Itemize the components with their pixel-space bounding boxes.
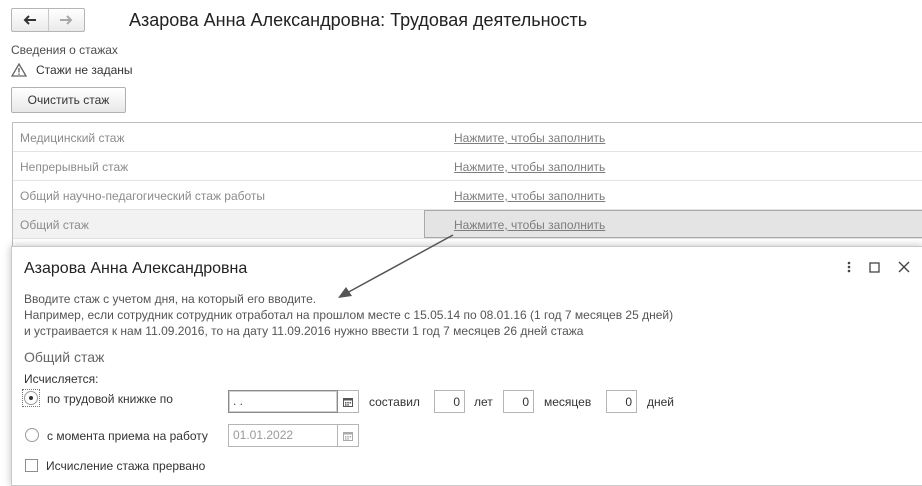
seniority-name: Непрерывный стаж bbox=[20, 160, 129, 174]
page-title: Азарова Анна Александровна: Трудовая дея… bbox=[129, 10, 588, 30]
days-label: дней bbox=[647, 395, 675, 409]
seniority-name: Общий научно-педагогический стаж работы bbox=[20, 189, 266, 203]
hint-line-1: Вводите стаж с учетом дня, на который ег… bbox=[24, 292, 317, 306]
fill-link[interactable]: Нажмите, чтобы заполнить bbox=[454, 160, 605, 174]
workbook-date-input[interactable]: . . bbox=[228, 390, 338, 413]
seniority-name: Общий стаж bbox=[20, 218, 89, 232]
arrow-left-icon bbox=[23, 15, 36, 25]
more-icon[interactable] bbox=[847, 261, 851, 273]
forward-button[interactable] bbox=[47, 9, 85, 31]
option-hire-label[interactable]: с момента приема на работу bbox=[47, 429, 208, 443]
warning-row: Стажи не заданы bbox=[11, 63, 133, 77]
table-row[interactable]: Непрерывный стаж Нажмите, чтобы заполнит… bbox=[13, 152, 922, 181]
warning-text: Стажи не заданы bbox=[36, 63, 133, 77]
arrow-right-icon bbox=[60, 15, 73, 25]
interrupted-checkbox[interactable] bbox=[25, 459, 38, 472]
group-title: Общий стаж bbox=[24, 349, 105, 365]
composed-label: составил bbox=[369, 395, 420, 409]
months-label: месяцев bbox=[544, 395, 592, 409]
seniority-name: Медицинский стаж bbox=[20, 131, 125, 145]
radio-hire[interactable] bbox=[25, 428, 39, 442]
radio-workbook-focus bbox=[22, 389, 40, 407]
history-nav bbox=[11, 8, 85, 32]
table-row[interactable]: Общий научно-педагогический стаж работы … bbox=[13, 181, 922, 210]
hint-line-2: Например, если сотрудник сотрудник отраб… bbox=[24, 308, 674, 322]
seniority-dialog: Азарова Анна Александровна Вводите стаж … bbox=[11, 246, 922, 486]
fill-link[interactable]: Нажмите, чтобы заполнить bbox=[454, 218, 605, 232]
years-input[interactable]: 0 bbox=[434, 390, 465, 413]
table-row-selected[interactable]: Общий стаж Нажмите, чтобы заполнить bbox=[13, 210, 922, 239]
seniority-section-label: Сведения о стажах bbox=[11, 43, 118, 57]
calculated-label: Исчисляется: bbox=[24, 372, 99, 386]
hint-line-3: и устраивается к нам 11.09.2016, то на д… bbox=[24, 324, 584, 338]
warning-icon bbox=[11, 63, 27, 77]
close-icon[interactable] bbox=[898, 261, 910, 273]
workbook-calendar-button[interactable] bbox=[338, 390, 359, 413]
maximize-icon[interactable] bbox=[869, 261, 880, 273]
calendar-icon bbox=[343, 397, 353, 407]
dialog-controls bbox=[847, 261, 910, 273]
calendar-icon bbox=[343, 431, 353, 441]
months-input[interactable]: 0 bbox=[503, 390, 534, 413]
radio-workbook[interactable] bbox=[24, 391, 38, 405]
option-workbook-label[interactable]: по трудовой книжке по bbox=[47, 392, 173, 406]
hire-calendar-button[interactable] bbox=[338, 424, 359, 447]
interrupted-label[interactable]: Исчисление стажа прервано bbox=[46, 459, 205, 473]
back-button[interactable] bbox=[12, 9, 48, 31]
years-label: лет bbox=[474, 395, 493, 409]
dialog-title: Азарова Анна Александровна bbox=[24, 260, 248, 277]
days-input[interactable]: 0 bbox=[606, 390, 637, 413]
table-row[interactable]: Медицинский стаж Нажмите, чтобы заполнит… bbox=[13, 123, 922, 152]
seniority-table: Медицинский стаж Нажмите, чтобы заполнит… bbox=[12, 122, 922, 248]
clear-seniority-button[interactable]: Очистить стаж bbox=[11, 87, 126, 113]
fill-link[interactable]: Нажмите, чтобы заполнить bbox=[454, 131, 605, 145]
hire-date-input[interactable]: 01.01.2022 bbox=[228, 424, 338, 447]
fill-link[interactable]: Нажмите, чтобы заполнить bbox=[454, 189, 605, 203]
